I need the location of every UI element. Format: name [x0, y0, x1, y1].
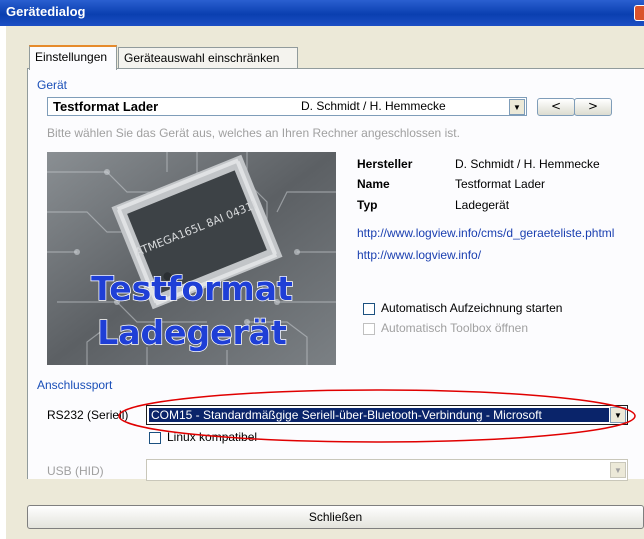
title-bar: Gerätedialog — [0, 0, 644, 26]
image-title-line1: Testformat — [91, 269, 293, 308]
device-image: ATMEGA165L 8AI 0431I Testformat Ladegerä… — [47, 152, 336, 365]
name-value: Testformat Lader — [455, 177, 546, 191]
close-window-icon[interactable] — [634, 5, 644, 21]
name-label: Name — [357, 177, 390, 191]
auto-toolbox-label: Automatisch Toolbox öffnen — [381, 321, 528, 335]
usb-select[interactable]: ▼ — [146, 459, 628, 481]
highlight-ellipse — [118, 389, 636, 443]
chevron-down-icon[interactable]: ▼ — [509, 99, 525, 115]
tab-einstellungen[interactable]: Einstellungen — [29, 45, 117, 70]
background-strip — [0, 26, 6, 539]
device-list-link[interactable]: http://www.logview.info/cms/d_geraetelis… — [357, 226, 614, 240]
device-select[interactable]: Testformat Lader D. Schmidt / H. Hemmeck… — [47, 97, 527, 116]
tab-label: Einstellungen — [35, 50, 108, 64]
auto-record-checkbox[interactable] — [363, 303, 375, 315]
circuit-board-picture: ATMEGA165L 8AI 0431I Testformat Ladegerä… — [47, 152, 336, 365]
chevron-down-icon[interactable]: ▼ — [610, 462, 626, 478]
image-title-line2: Ladegerät — [97, 313, 287, 352]
close-button[interactable]: Schließen — [27, 505, 644, 529]
device-group-label: Gerät — [37, 78, 68, 92]
link1-clip: http://www.logview.info/cms/d_geraetelis… — [357, 226, 644, 240]
manufacturer-label: Hersteller — [357, 157, 413, 171]
device-hint: Bitte wählen Sie das Gerät aus, welches … — [47, 126, 460, 140]
usb-label: USB (HID) — [47, 464, 104, 478]
prev-device-button[interactable]: < — [537, 98, 575, 116]
dialog-window: Gerätedialog Einstellungen Geräteauswahl… — [0, 0, 644, 539]
window-title: Gerätedialog — [6, 4, 86, 19]
homepage-link[interactable]: http://www.logview.info/ — [357, 248, 481, 262]
manufacturer-value: D. Schmidt / H. Hemmecke — [455, 157, 600, 171]
manufacturer-text: D. Schmidt / H. Hemmecke — [301, 99, 446, 113]
tab-label: Geräteauswahl einschränken — [124, 51, 280, 65]
device-name: Testformat Lader — [53, 99, 159, 114]
tab-geraeteauswahl[interactable]: Geräteauswahl einschränken — [118, 47, 298, 68]
type-label: Typ — [357, 198, 378, 212]
type-value: Ladegerät — [455, 198, 510, 212]
auto-toolbox-checkbox[interactable] — [363, 323, 375, 335]
auto-record-label: Automatisch Aufzeichnung starten — [381, 301, 563, 315]
port-group-label: Anschlussport — [37, 378, 113, 392]
next-device-button[interactable]: > — [574, 98, 612, 116]
